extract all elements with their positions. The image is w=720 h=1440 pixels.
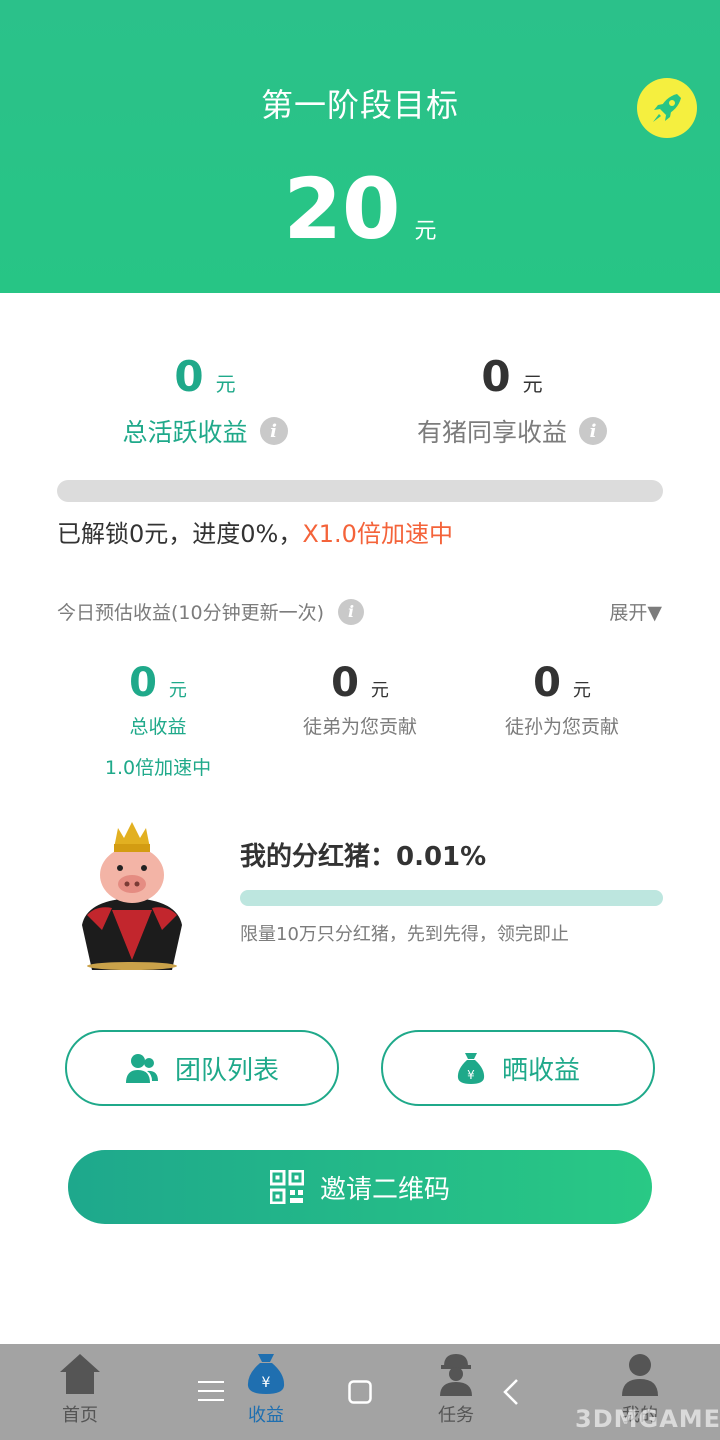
- dividend-pig-note: 限量10万只分红猪，先到先得，领完即止: [240, 924, 569, 945]
- total-active-label-row: 总活跃收益 i: [55, 413, 355, 449]
- total-active-amount: 0元: [55, 352, 355, 401]
- expand-toggle[interactable]: 展开▼: [609, 598, 662, 625]
- share-earnings-label: 晒收益: [501, 1055, 580, 1086]
- goal-header: 第一阶段目标 20 元: [0, 0, 720, 293]
- goal-amount-value: 20: [283, 160, 401, 258]
- today-total-amount: 0: [129, 660, 157, 706]
- worker-icon: [440, 1354, 472, 1396]
- total-active-unit: 元: [215, 372, 236, 396]
- person-icon: [622, 1354, 658, 1396]
- info-icon[interactable]: i: [579, 417, 607, 445]
- apprentice-unit: 元: [370, 680, 389, 701]
- invite-qr-label: 邀请二维码: [319, 1174, 450, 1205]
- today-total-column: 0元 总收益 1.0倍加速中: [58, 660, 258, 780]
- nav-home[interactable]: 首页: [30, 1352, 130, 1427]
- today-estimate-title: 今日预估收益(10分钟更新一次): [57, 602, 325, 624]
- team-list-label: 团队列表: [174, 1055, 279, 1086]
- apprentice-label: 徒弟为您贡献: [302, 716, 417, 738]
- apprentice-amount: 0: [331, 660, 359, 706]
- back-chevron-icon[interactable]: [502, 1378, 520, 1406]
- goal-amount-unit: 元: [414, 219, 437, 244]
- app-page: 第一阶段目标 20 元 0元 总活跃收益 i 0元 有猪同享收益 i 已解锁0元…: [0, 0, 720, 1440]
- dividend-pig-bar: [240, 890, 663, 906]
- today-total-unit: 元: [168, 680, 187, 701]
- today-total-label: 总收益: [129, 716, 187, 738]
- rocket-icon: [653, 94, 681, 122]
- stage-goal-title: 第一阶段目标: [260, 86, 459, 124]
- svg-text:¥: ¥: [262, 1375, 271, 1391]
- today-speed-label: 1.0倍加速中: [104, 757, 212, 779]
- info-icon[interactable]: i: [259, 417, 288, 445]
- team-list-button[interactable]: 团队列表: [65, 1030, 339, 1106]
- dividend-pig-title: 我的分红猪：0.01%: [240, 842, 487, 872]
- qr-code-icon: [269, 1170, 304, 1204]
- grand-apprentice-unit: 元: [572, 680, 591, 701]
- nav-tasks-label: 任务: [438, 1405, 474, 1426]
- grand-apprentice-amount: 0: [533, 660, 561, 706]
- shared-unit: 元: [522, 372, 543, 396]
- unlock-progress-text: 已解锁0元，进度0%，X1.0倍加速中: [57, 514, 453, 549]
- nav-home-label: 首页: [62, 1405, 98, 1426]
- grand-apprentice-label: 徒孙为您贡献: [504, 716, 619, 738]
- team-icon: [125, 1054, 158, 1083]
- shared-label: 有猪同享收益: [416, 418, 567, 447]
- rocket-button[interactable]: [637, 78, 697, 138]
- menu-icon[interactable]: [198, 1380, 224, 1402]
- nav-earnings[interactable]: ¥ 收益: [216, 1352, 316, 1427]
- invite-qr-button[interactable]: 邀请二维码: [68, 1150, 652, 1224]
- shared-label-row: 有猪同享收益 i: [362, 413, 662, 449]
- shared-earnings: 0元 有猪同享收益 i: [362, 352, 662, 449]
- svg-text:¥: ¥: [467, 1068, 475, 1082]
- total-active-label: 总活跃收益: [122, 418, 248, 447]
- watermark: 3DMGAME: [575, 1405, 720, 1433]
- nav-tasks[interactable]: 任务: [406, 1352, 506, 1427]
- overview-square-icon[interactable]: [348, 1380, 372, 1404]
- unlock-status: 已解锁0元，进度0%，: [57, 520, 303, 548]
- shared-amount: 0元: [362, 352, 662, 401]
- goal-amount: 20 元: [0, 160, 720, 258]
- unlock-progress-bar: [57, 480, 663, 502]
- total-active-amount-value: 0: [174, 352, 204, 401]
- today-estimate-header: 今日预估收益(10分钟更新一次) i: [57, 598, 365, 625]
- total-active-earnings: 0元 总活跃收益 i: [55, 352, 355, 449]
- speed-multiplier: X1.0倍加速中: [302, 520, 453, 548]
- nav-earnings-label: 收益: [248, 1405, 284, 1426]
- home-icon: [60, 1354, 100, 1394]
- share-earnings-button[interactable]: ¥ 晒收益: [381, 1030, 655, 1106]
- apprentice-column: 0元 徒弟为您贡献: [260, 660, 460, 739]
- dividend-pig-image: [72, 820, 192, 970]
- grand-apprentice-column: 0元 徒孙为您贡献: [462, 660, 662, 739]
- money-bag-icon: ¥: [457, 1053, 485, 1084]
- money-bag-icon: ¥: [247, 1354, 285, 1394]
- info-icon[interactable]: i: [338, 598, 365, 625]
- shared-amount-value: 0: [481, 352, 511, 401]
